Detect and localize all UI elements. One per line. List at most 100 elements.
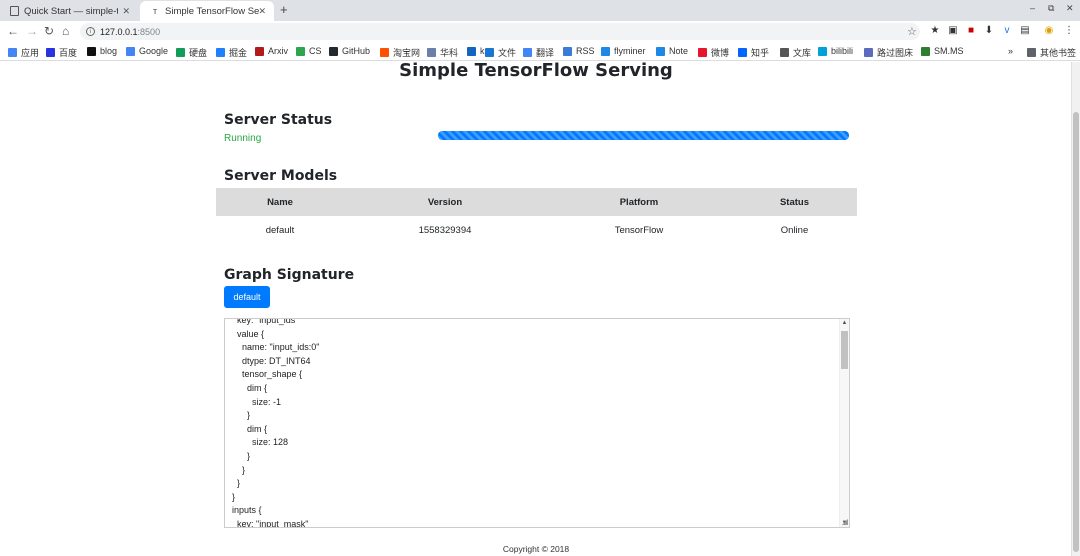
bookmark-taobao[interactable]: 淘宝网	[380, 46, 420, 59]
address-bar[interactable]: i 127.0.0.1:8500	[80, 23, 920, 40]
signature-line: dtype: DT_INT64	[232, 355, 311, 366]
wenku-icon	[780, 48, 789, 57]
bookmark-drive[interactable]: 硬盘	[176, 46, 207, 59]
apps-icon	[8, 48, 17, 57]
bookmark-apps[interactable]: 应用	[8, 46, 39, 59]
bookmark-label: 其他书签	[1040, 48, 1077, 58]
home-icon[interactable]: ⌂	[62, 24, 69, 38]
column-header-name: Name	[216, 188, 344, 216]
forward-icon[interactable]: →	[26, 24, 38, 38]
page-scrollbar-thumb[interactable]	[1073, 112, 1079, 552]
bookmark-label: 文件	[498, 48, 517, 58]
bookmark-hust[interactable]: 华科	[427, 46, 458, 59]
rss-icon	[563, 46, 572, 56]
new-tab-button[interactable]: +	[280, 2, 288, 17]
extension-red-icon[interactable]: ■	[966, 26, 976, 36]
bookmark-label: k	[480, 46, 485, 56]
info-icon[interactable]: i	[86, 27, 95, 36]
bookmark-label: 硬盘	[189, 48, 208, 58]
bookmark-label: 百度	[59, 48, 78, 58]
minimize-icon[interactable]: ‒	[1030, 3, 1035, 13]
page-title: Simple TensorFlow Serving	[399, 60, 673, 81]
menu-kebab-icon[interactable]: ⋮	[1064, 26, 1074, 36]
bookmark-imgbed[interactable]: 路过图床	[864, 46, 913, 59]
translate-icon	[523, 48, 532, 57]
bookmark-wenku[interactable]: 文库	[780, 46, 811, 59]
save-icon[interactable]: ▣	[948, 26, 958, 36]
signature-line: }	[232, 478, 241, 489]
tab-quick-start[interactable]: Quick Start — simple-tensorflow-serving …	[0, 1, 138, 21]
bookmark-bilibili[interactable]: bilibili	[818, 46, 853, 56]
bookmark-label: 翻译	[536, 48, 555, 58]
bookmark-star-icon[interactable]: ☆	[907, 25, 917, 38]
bookmark-label: Arxiv	[268, 46, 288, 56]
signature-line: dim {	[232, 423, 268, 434]
browser-toolbar: ← → ↻ ⌂ i 127.0.0.1:8500 ☆ ★ ▣ ■ ⬇ v ▤ ◉…	[0, 21, 1080, 42]
bookmark-cs[interactable]: CS	[296, 46, 322, 56]
bookmark-note[interactable]: Note	[656, 46, 688, 56]
table-row: default 1558329394 TensorFlow Online	[216, 216, 857, 244]
bookmark-smms[interactable]: SM.MS	[921, 46, 964, 56]
bookmark-label: blog	[100, 46, 118, 56]
arxiv-icon	[255, 46, 264, 56]
download-icon[interactable]: ⬇	[984, 26, 994, 36]
back-icon[interactable]: ←	[7, 24, 19, 38]
more-bookmarks-button[interactable]: »	[1008, 46, 1013, 56]
signature-default-button[interactable]: default	[224, 286, 270, 308]
bookmark-label: 华科	[440, 48, 459, 58]
signature-line: size: -1	[232, 396, 282, 407]
bookmarks-bar: 应用 百度 blog Google 硬盘 掘金 Arxiv CS GitHub 淘宝网 华科 k 文件 翻…	[0, 42, 1080, 61]
extension-v-icon[interactable]: v	[1002, 26, 1012, 36]
bookmark-google[interactable]: Google	[126, 46, 168, 56]
bookmark-blog[interactable]: blog	[87, 46, 117, 56]
star-filled-icon[interactable]: ★	[930, 26, 940, 36]
bookmark-label: 微博	[711, 48, 730, 58]
bookmark-zhihu[interactable]: 知乎	[738, 46, 769, 59]
bookmark-label: flyminer	[614, 46, 646, 56]
signature-line: key: "input_ids"	[232, 318, 299, 325]
extension-box-icon[interactable]: ▤	[1020, 26, 1030, 36]
scroll-up-icon[interactable]: ▲	[840, 320, 849, 326]
bookmark-github[interactable]: GitHub	[329, 46, 370, 56]
bookmark-weibo[interactable]: 微博	[698, 46, 729, 59]
column-header-version: Version	[344, 188, 546, 216]
model-status-cell: Online	[780, 224, 809, 236]
folder-icon	[1027, 48, 1036, 57]
bookmark-baidu[interactable]: 百度	[46, 46, 77, 59]
signature-textarea[interactable]: key: "input_ids" value { name: "input_id…	[224, 318, 850, 528]
bookmark-rss[interactable]: RSS	[563, 46, 595, 56]
zhihu-icon	[738, 48, 747, 57]
bookmark-file[interactable]: 文件	[485, 46, 516, 59]
resize-handle-icon[interactable]: ◢	[842, 517, 848, 526]
tab-simple-tensorflow-serving[interactable]: ᴛ Simple TensorFlow Serving ✕	[140, 1, 274, 21]
bookmark-label: GitHub	[342, 46, 371, 56]
smms-icon	[921, 46, 930, 56]
graph-signature-heading: Graph Signature	[224, 267, 355, 283]
footer-copyright: Copyright © 2018	[502, 544, 570, 554]
imgbed-icon	[864, 48, 873, 57]
signature-line: size: 128	[232, 437, 289, 448]
bookmark-label: 知乎	[751, 48, 770, 58]
bookmark-translate[interactable]: 翻译	[523, 46, 554, 59]
signature-line: tensor_shape {	[232, 369, 303, 380]
close-window-icon[interactable]: ✕	[1066, 3, 1074, 14]
weibo-icon	[698, 48, 707, 57]
close-icon[interactable]: ✕	[122, 6, 130, 17]
github-icon	[329, 46, 338, 56]
textarea-scrollbar[interactable]: ▲ ▼	[839, 319, 849, 527]
document-icon	[10, 6, 19, 16]
scrollbar-thumb[interactable]	[841, 331, 848, 369]
bookmark-flyminer[interactable]: flyminer	[601, 46, 646, 56]
server-status-heading: Server Status	[224, 112, 333, 128]
profile-avatar-icon[interactable]: ◉	[1044, 26, 1054, 36]
bookmark-arxiv[interactable]: Arxiv	[255, 46, 288, 56]
bookmark-k[interactable]: k	[467, 46, 485, 56]
close-icon[interactable]: ✕	[258, 6, 266, 17]
bookmark-juejin[interactable]: 掘金	[216, 46, 247, 59]
reload-icon[interactable]: ↻	[44, 24, 54, 38]
bookmark-label: Note	[669, 46, 689, 56]
other-bookmarks-folder[interactable]: 其他书签	[1027, 46, 1076, 59]
restore-icon[interactable]: ⧉	[1048, 3, 1054, 14]
column-header-status: Status	[732, 188, 857, 216]
page-scrollbar[interactable]	[1071, 62, 1080, 556]
